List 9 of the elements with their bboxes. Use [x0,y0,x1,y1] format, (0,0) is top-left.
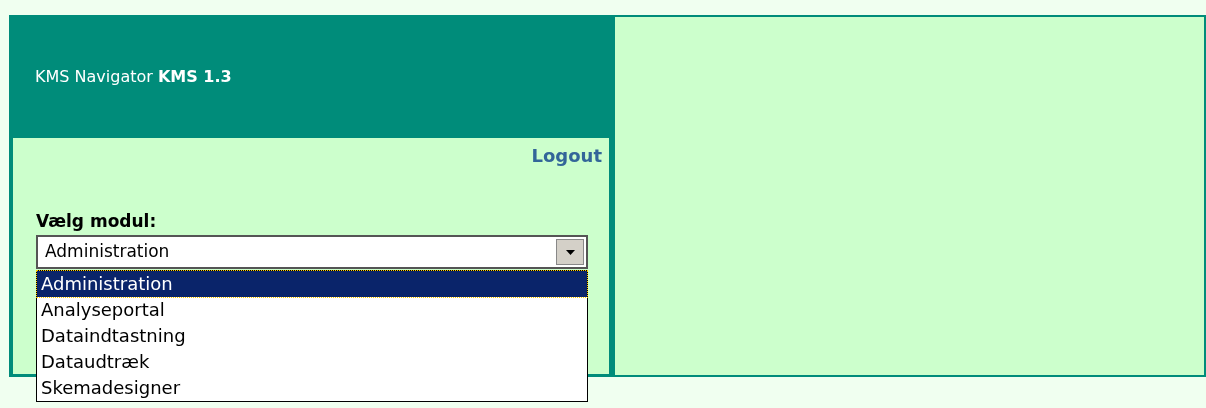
module-label: Vælg modul: [36,210,158,232]
app-title: KMS Navigator KMS 1.3 [35,65,232,88]
dropdown-option[interactable]: Analyseportal [37,297,587,323]
module-dropdown[interactable]: Administration [36,235,588,269]
dropdown-option[interactable]: Skemadesigner [37,375,587,401]
logout-link[interactable]: Logout [531,142,602,169]
dropdown-option[interactable]: Administration [37,271,587,297]
dropdown-option[interactable]: Dataudtræk [37,349,587,375]
dropdown-option[interactable]: Dataindtastning [37,323,587,349]
